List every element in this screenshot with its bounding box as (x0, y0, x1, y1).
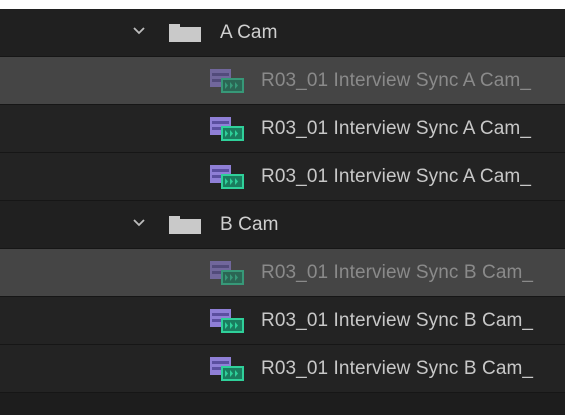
bin-row-b-cam[interactable]: B Cam (0, 201, 565, 249)
video-clip-icon (210, 165, 244, 189)
clip-row[interactable]: R03_01 Interview Sync B Cam_ (0, 249, 565, 297)
clip-row[interactable]: R03_01 Interview Sync A Cam_ (0, 153, 565, 201)
video-clip-icon (210, 309, 244, 333)
clip-name: R03_01 Interview Sync B Cam_ (261, 310, 534, 331)
video-clip-icon (210, 261, 244, 285)
clip-row[interactable]: R03_01 Interview Sync A Cam_ (0, 57, 565, 105)
bin-label: B Cam (220, 214, 279, 235)
folder-icon (169, 216, 201, 234)
bin-row-a-cam[interactable]: A Cam (0, 9, 565, 57)
chevron-down-icon[interactable] (132, 217, 146, 229)
video-clip-icon (210, 117, 244, 141)
clip-row[interactable]: R03_01 Interview Sync B Cam_ (0, 345, 565, 393)
clip-name: R03_01 Interview Sync B Cam_ (261, 358, 534, 379)
clip-row[interactable]: R03_01 Interview Sync B Cam_ (0, 297, 565, 345)
clip-row[interactable]: R03_01 Interview Sync A Cam_ (0, 105, 565, 153)
clip-name: R03_01 Interview Sync A Cam_ (261, 70, 531, 91)
bin-label: A Cam (220, 22, 278, 43)
project-panel: A Cam R03_01 Interview Sync A Cam_ R03_0… (0, 9, 565, 415)
clip-name: R03_01 Interview Sync A Cam_ (261, 118, 531, 139)
video-clip-icon (210, 357, 244, 381)
folder-icon (169, 24, 201, 42)
chevron-down-icon[interactable] (132, 25, 146, 37)
clip-name: R03_01 Interview Sync A Cam_ (261, 166, 531, 187)
video-clip-icon (210, 69, 244, 93)
clip-name: R03_01 Interview Sync B Cam_ (261, 262, 534, 283)
